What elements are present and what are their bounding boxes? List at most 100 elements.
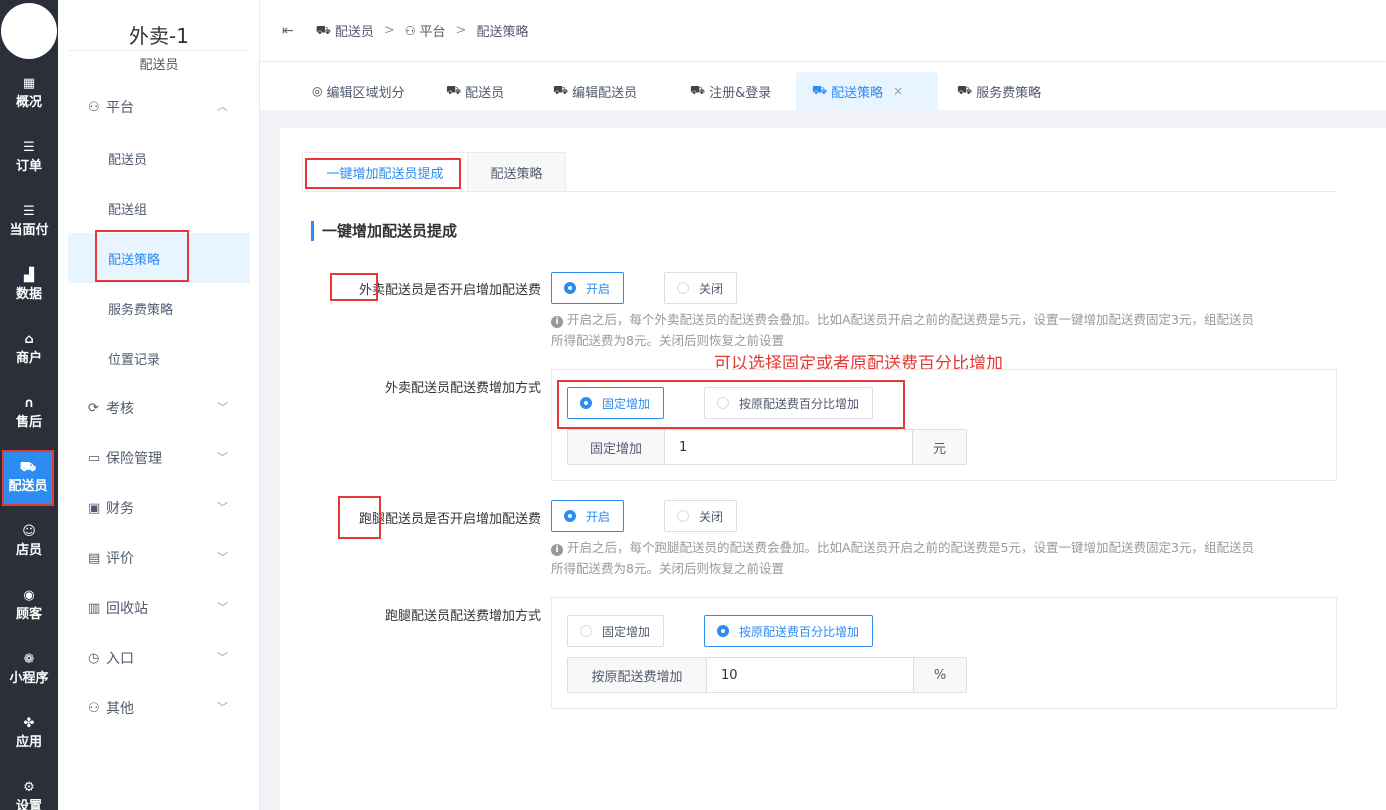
inner-tab-delivery-strategy[interactable]: 配送策略 — [467, 152, 566, 192]
radio-dot — [677, 510, 689, 522]
tab-delivery-strategy[interactable]: ⛟ 配送策略 × — [796, 72, 938, 110]
breadcrumb-separator: > — [455, 23, 467, 38]
menu-group[interactable]: ▣ 财务 ﹀ — [58, 483, 260, 533]
percent-amount-input[interactable] — [707, 658, 913, 692]
rail-item-label: 配送员 — [8, 479, 48, 494]
truck-icon: ⛟ — [553, 83, 569, 97]
input-prepend: 按原配送费增加 — [568, 658, 707, 692]
inner-tab-one-click-commission[interactable]: 一键增加配送员提成 — [302, 152, 468, 192]
rail-item-label: 顾客 — [15, 607, 42, 622]
rail-item[interactable]: ⌂ 商户 — [0, 320, 58, 380]
tab-label: 注册&登录 — [709, 85, 772, 101]
section-title: 一键增加配送员提成 — [311, 221, 457, 241]
radio-label: 关闭 — [699, 281, 724, 296]
apps-icon: ✤ — [23, 716, 35, 731]
chevron-down-icon: ﹀ — [217, 701, 228, 714]
chevron-up-icon: ︿ — [217, 100, 228, 113]
breadcrumb-separator: > — [383, 23, 395, 38]
runner-enable-label: 跑腿配送员是否开启增加配送费 — [358, 512, 541, 527]
rail-item[interactable]: ☰ 当面付 — [0, 192, 58, 252]
menu-sub-item[interactable]: 配送组 — [68, 183, 250, 233]
rail-item[interactable]: ⛟ 配送员 — [2, 450, 54, 506]
rail-item-label: 店员 — [15, 543, 42, 558]
rail-item[interactable]: ∩ 售后 — [0, 384, 58, 444]
input-append: % — [913, 658, 966, 692]
truck-icon: ⛟ — [957, 83, 973, 97]
chevron-down-icon: ﹀ — [217, 601, 228, 614]
headset-icon: ∩ — [23, 396, 35, 411]
menu-group-label: 平台 — [106, 100, 134, 116]
radio-dot — [564, 282, 576, 294]
radio-label: 按原配送费百分比增加 — [739, 624, 860, 639]
takeout-enable-off-radio[interactable]: 关闭 — [664, 272, 737, 304]
wechat-icon: ❁ — [23, 652, 35, 667]
rail-item[interactable]: ▟ 数据 — [0, 256, 58, 316]
menu-group-label: 考核 — [106, 401, 134, 417]
menu-sub-item[interactable]: 配送策略 — [68, 233, 250, 283]
truck-icon: ⛟ — [690, 83, 706, 97]
user-circle-icon: ◎ — [312, 84, 323, 98]
user-settings-icon: ⚇ — [404, 23, 416, 38]
takeout-fixed-radio[interactable]: 固定增加 — [567, 387, 664, 419]
tab-service-fee-strategy[interactable]: ⛟ 服务费策略 — [941, 72, 1057, 110]
rail-item[interactable]: ◉ 顾客 — [0, 576, 58, 636]
tab-edit-courier[interactable]: ⛟ 编辑配送员 — [537, 72, 653, 110]
refresh-icon: ⟳ — [88, 400, 99, 416]
rail-item[interactable]: ⚙ 设置 — [0, 768, 58, 810]
tab-label: 编辑区域划分 — [326, 85, 405, 101]
collapse-menu-icon[interactable]: ⇤ — [282, 23, 294, 39]
trash-icon: ▥ — [88, 600, 101, 616]
menu-group[interactable]: ◷ 入口 ﹀ — [58, 633, 260, 683]
runner-percent-radio[interactable]: 按原配送费百分比增加 — [704, 615, 873, 647]
rail-item[interactable]: ❁ 小程序 — [0, 640, 58, 700]
takeout-enable-label: 外卖配送员是否开启增加配送费 — [358, 283, 541, 298]
document-icon: ▤ — [88, 550, 101, 566]
tab-register-login[interactable]: ⛟ 注册&登录 — [674, 72, 787, 110]
menu-sub-item[interactable]: 服务费策略 — [68, 283, 250, 333]
rail-item[interactable]: ☺ 店员 — [0, 512, 58, 572]
fixed-amount-input[interactable] — [665, 430, 912, 464]
takeout-enable-on-radio[interactable]: 开启 — [551, 272, 624, 304]
tab-label: 配送策略 — [831, 85, 884, 101]
menu-group[interactable]: ▤ 评价 ﹀ — [58, 533, 260, 583]
menu-sub-item[interactable]: 配送员 — [68, 133, 250, 183]
runner-hint: i 开启之后，每个跑腿配送员的配送费会叠加。比如A配送员开启之前的配送费是5元，设… — [551, 537, 1341, 579]
rail-item[interactable]: ▦ 概况 — [0, 64, 58, 124]
tab-label: 配送员 — [465, 85, 505, 101]
tab-courier[interactable]: ⛟ 配送员 — [430, 72, 520, 110]
input-append: 元 — [912, 430, 966, 464]
breadcrumb: ⛟ 配送员 > ⚇ 平台 > 配送策略 — [315, 21, 529, 41]
rail-item-label: 订单 — [15, 159, 42, 174]
menu-group-platform[interactable]: ⚇ 平台 ︿ — [58, 82, 260, 132]
menu-group[interactable]: ▥ 回收站 ﹀ — [58, 583, 260, 633]
icon-rail: ▦ 概况 ☰ 订单 ☰ 当面付 ▟ 数据 ⌂ 商户 ∩ 售后 ⛟ 配送员 ☺ 店员 ◉ 顾客 ❁ 小程序 ✤ 应用 ⚙ 设置 — [0, 0, 58, 810]
list-icon: ☰ — [23, 140, 35, 155]
menu-group[interactable]: ⟳ 考核 ﹀ — [58, 383, 260, 433]
rail-item[interactable]: ☰ 订单 — [0, 128, 58, 188]
runner-enable-on-radio[interactable]: 开启 — [551, 500, 624, 532]
takeout-percent-radio[interactable]: 按原配送费百分比增加 — [704, 387, 873, 419]
settings-user-icon: ⚙ — [23, 780, 35, 795]
menu-group-label: 入口 — [106, 651, 134, 667]
breadcrumb-item[interactable]: 平台 — [420, 21, 446, 40]
menu-group[interactable]: ⚇ 其他 ﹀ — [58, 683, 260, 733]
truck-icon: ⛟ — [315, 22, 331, 37]
chevron-down-icon: ﹀ — [217, 551, 228, 564]
runner-enable-off-radio[interactable]: 关闭 — [664, 500, 737, 532]
avatar[interactable] — [1, 3, 57, 59]
finance-icon: ▣ — [88, 500, 101, 516]
menu-group[interactable]: ▭ 保险管理 ﹀ — [58, 433, 260, 483]
radio-dot — [580, 397, 592, 409]
breadcrumb-item: 配送策略 — [476, 25, 529, 40]
secondary-menu: 外卖-1 配送员 ⚇ 平台 ︿ 配送员 配送组 配送策略 服务费策略 位置记录 ⟳ 考核 ﹀… — [58, 0, 260, 810]
tab-edit-region[interactable]: ◎ 编辑区域划分 — [296, 72, 421, 110]
radio-label: 固定增加 — [602, 396, 651, 411]
bar-chart-icon: ▟ — [24, 268, 34, 283]
runner-fixed-radio[interactable]: 固定增加 — [567, 615, 664, 647]
breadcrumb-item[interactable]: 配送员 — [335, 21, 374, 40]
menu-sub-item[interactable]: 位置记录 — [68, 333, 250, 383]
close-icon[interactable]: × — [893, 84, 903, 98]
rail-item[interactable]: ✤ 应用 — [0, 704, 58, 764]
rail-item-label: 当面付 — [9, 223, 49, 238]
chevron-down-icon: ﹀ — [217, 501, 228, 514]
